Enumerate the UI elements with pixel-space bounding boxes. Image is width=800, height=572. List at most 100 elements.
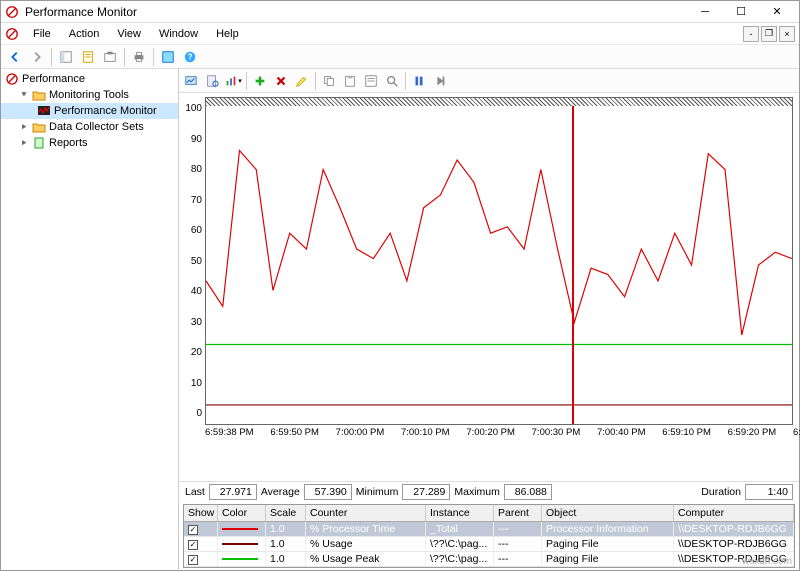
zoom-button[interactable] — [382, 71, 402, 91]
show-checkbox[interactable]: ✓ — [188, 555, 198, 565]
collapse-icon[interactable]: ⯆ — [19, 90, 29, 101]
plot-svg — [206, 98, 792, 424]
menu-window[interactable]: Window — [151, 26, 206, 42]
show-hide-tree-button[interactable] — [56, 47, 76, 67]
app-icon — [5, 5, 19, 19]
cell-computer: \\DESKTOP-RDJB6GG — [674, 537, 794, 551]
col-color[interactable]: Color — [218, 505, 266, 521]
col-parent[interactable]: Parent — [494, 505, 542, 521]
title-bar: Performance Monitor ─ ☐ ✕ — [1, 1, 799, 23]
copy-button[interactable] — [319, 71, 339, 91]
tree-node-reports[interactable]: ⯈ Reports — [1, 135, 178, 151]
add-counter-button[interactable] — [250, 71, 270, 91]
tree-label: Reports — [49, 137, 88, 149]
y-tick: 90 — [183, 134, 202, 145]
export-button[interactable] — [100, 47, 120, 67]
table-row[interactable]: ✓1.0% Usage Peak\??\C:\pag...---Paging F… — [184, 552, 794, 567]
mdi-restore-button[interactable]: ❐ — [761, 26, 777, 42]
mdi-close-button[interactable]: × — [779, 26, 795, 42]
plot[interactable] — [205, 97, 793, 425]
maximize-button[interactable]: ☐ — [723, 1, 759, 23]
col-instance[interactable]: Instance — [426, 505, 494, 521]
chart-area: 1009080706050403020100 6:59:38 PM6:59:50… — [179, 93, 799, 481]
last-value: 27.971 — [209, 484, 257, 500]
tree-view[interactable]: Performance ⯆ Monitoring Tools Performan… — [1, 69, 179, 572]
col-computer[interactable]: Computer — [674, 505, 794, 521]
properties-button[interactable] — [361, 71, 381, 91]
col-scale[interactable]: Scale — [266, 505, 306, 521]
back-button[interactable] — [5, 47, 25, 67]
tree-label: Data Collector Sets — [49, 121, 144, 133]
menu-action[interactable]: Action — [61, 26, 108, 42]
cell-instance: \??\C:\pag... — [426, 552, 494, 566]
table-row[interactable]: ✓1.0% Usage\??\C:\pag...---Paging File\\… — [184, 537, 794, 552]
tree-node-performance-monitor[interactable]: Performance Monitor — [1, 103, 178, 119]
watermark: wsxdn.com — [742, 556, 792, 567]
highlight-button[interactable] — [292, 71, 312, 91]
table-row[interactable]: ✓1.0% Processor Time_Total---Processor I… — [184, 522, 794, 537]
col-show[interactable]: Show — [184, 505, 218, 521]
tree-node-performance[interactable]: Performance — [1, 71, 178, 87]
y-tick: 20 — [183, 347, 202, 358]
counter-grid[interactable]: Show Color Scale Counter Instance Parent… — [183, 504, 795, 568]
cell-scale: 1.0 — [266, 552, 306, 566]
cell-object: Paging File — [542, 537, 674, 551]
maximum-label: Maximum — [454, 486, 500, 498]
last-label: Last — [185, 486, 205, 498]
duration-label: Duration — [701, 486, 741, 498]
color-swatch — [222, 543, 258, 545]
reports-icon — [32, 136, 46, 150]
cell-object: Paging File — [542, 552, 674, 566]
duration-value: 1:40 — [745, 484, 793, 500]
cell-counter: % Usage — [306, 537, 426, 551]
cell-computer: \\DESKTOP-RDJB6GG — [674, 522, 794, 536]
expand-icon[interactable]: ⯈ — [19, 122, 29, 133]
y-tick: 0 — [183, 408, 202, 419]
cell-object: Processor Information — [542, 522, 674, 536]
graph-type-button[interactable]: ▾ — [223, 71, 243, 91]
color-swatch — [222, 528, 258, 530]
y-tick: 30 — [183, 317, 202, 328]
tree-node-monitoring-tools[interactable]: ⯆ Monitoring Tools — [1, 87, 178, 103]
y-tick: 100 — [183, 103, 202, 114]
tree-node-data-collector-sets[interactable]: ⯈ Data Collector Sets — [1, 119, 178, 135]
y-tick: 10 — [183, 378, 202, 389]
show-checkbox[interactable]: ✓ — [188, 540, 198, 550]
paste-button[interactable] — [340, 71, 360, 91]
update-button[interactable] — [430, 71, 450, 91]
average-value: 57.390 — [304, 484, 352, 500]
minimize-button[interactable]: ─ — [687, 1, 723, 23]
folder-icon — [32, 88, 46, 102]
series-line — [206, 150, 792, 334]
expand-icon[interactable]: ⯈ — [19, 138, 29, 149]
col-counter[interactable]: Counter — [306, 505, 426, 521]
y-tick: 80 — [183, 164, 202, 175]
cell-instance: _Total — [426, 522, 494, 536]
print-button[interactable] — [129, 47, 149, 67]
folder-icon — [32, 120, 46, 134]
color-swatch — [222, 558, 258, 560]
properties-button[interactable] — [78, 47, 98, 67]
minimum-label: Minimum — [356, 486, 399, 498]
menu-help[interactable]: Help — [208, 26, 247, 42]
refresh-button[interactable] — [158, 47, 178, 67]
show-checkbox[interactable]: ✓ — [188, 525, 198, 535]
menu-file[interactable]: File — [25, 26, 59, 42]
delete-counter-button[interactable] — [271, 71, 291, 91]
menu-view[interactable]: View — [109, 26, 149, 42]
col-object[interactable]: Object — [542, 505, 674, 521]
cell-instance: \??\C:\pag... — [426, 537, 494, 551]
app-icon-small — [5, 27, 19, 41]
perfmon-icon — [37, 104, 51, 118]
view-log-button[interactable] — [202, 71, 222, 91]
view-current-button[interactable] — [181, 71, 201, 91]
help-button[interactable]: ? — [180, 47, 200, 67]
cell-scale: 1.0 — [266, 522, 306, 536]
y-tick: 50 — [183, 256, 202, 267]
forward-button[interactable] — [27, 47, 47, 67]
freeze-button[interactable] — [409, 71, 429, 91]
mdi-minimize-button[interactable]: - — [743, 26, 759, 42]
close-button[interactable]: ✕ — [759, 1, 795, 23]
menu-bar: File Action View Window Help - ❐ × — [1, 23, 799, 45]
cell-parent: --- — [494, 552, 542, 566]
